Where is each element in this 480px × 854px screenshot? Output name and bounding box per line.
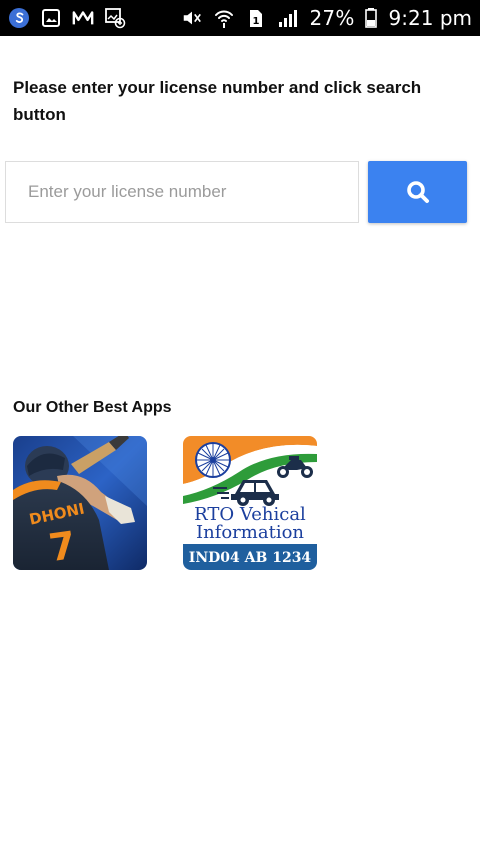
rto-plate-text: IND04 AB 1234 [189,550,312,566]
rto-app-tile[interactable]: RTO Vehical Information IND04 AB 1234 [183,436,317,570]
mute-icon [181,7,203,29]
status-bar-left [8,7,126,29]
status-bar: 1 27% 9:21 pm [0,0,480,36]
license-number-input[interactable] [5,161,359,223]
image-notification-icon [104,7,126,29]
clock: 9:21 pm [388,6,472,30]
status-bar-right: 1 27% 9:21 pm [181,6,472,30]
svg-text:1: 1 [253,16,260,27]
search-button[interactable] [368,161,467,223]
instructions-text: Please enter your license number and cli… [13,78,422,124]
s-app-icon [8,7,30,29]
other-apps-title: Our Other Best Apps [13,399,172,416]
cricket-app-tile[interactable]: DHONI 7 [13,436,147,570]
wifi-icon [213,7,235,29]
battery-icon [364,7,377,29]
rto-title-line2: Information [196,522,304,543]
sim-icon: 1 [245,7,267,29]
gallery-icon [40,7,62,29]
gmail-icon [72,7,94,29]
search-icon [405,179,431,205]
signal-icon [277,7,299,29]
battery-percent: 27% [309,6,355,30]
